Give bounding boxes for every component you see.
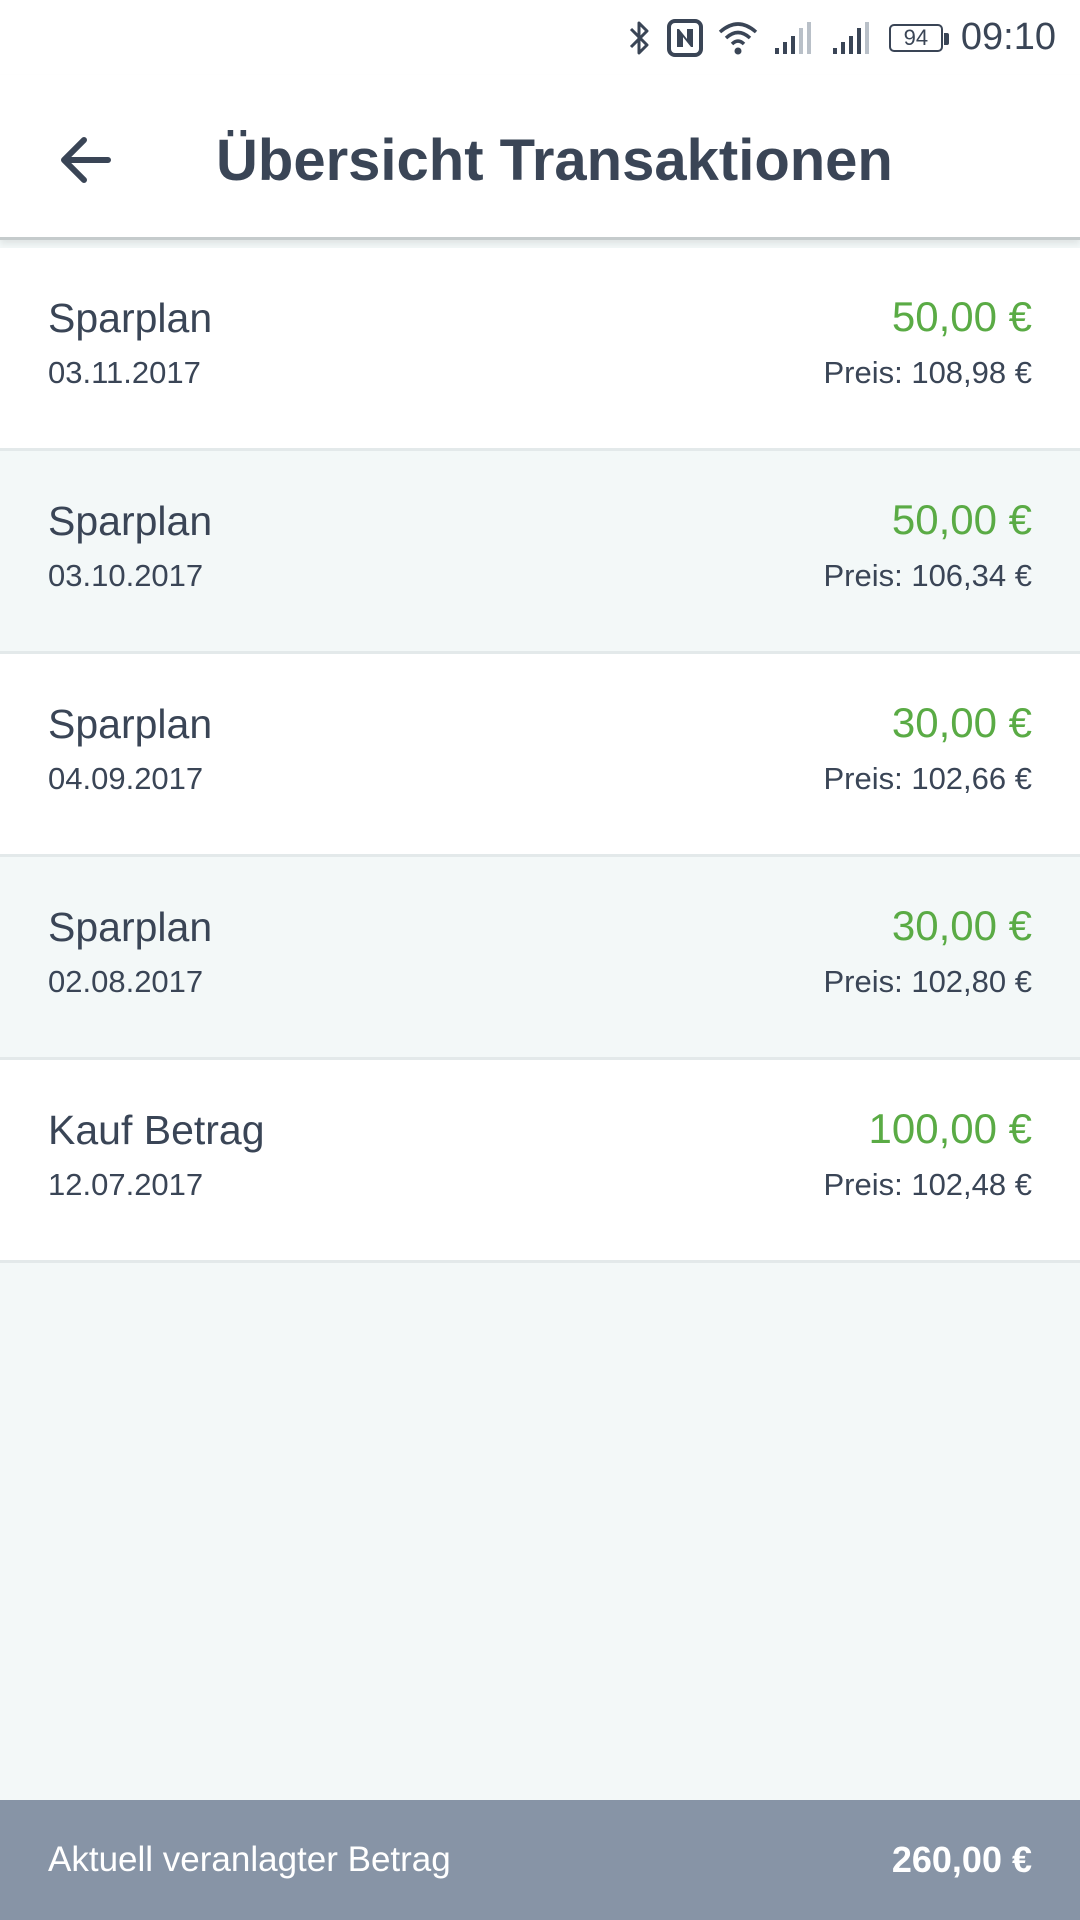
- battery-indicator: 94: [888, 23, 949, 52]
- transaction-row[interactable]: Sparplan 03.11.2017 50,00 € Preis: 108,9…: [0, 248, 1080, 451]
- transaction-price: Preis: 108,98 €: [823, 355, 1032, 390]
- transaction-list: Sparplan 03.11.2017 50,00 € Preis: 108,9…: [0, 248, 1080, 1263]
- back-button[interactable]: [50, 125, 120, 195]
- transaction-name: Sparplan: [48, 701, 213, 747]
- transaction-date: 12.07.2017: [48, 1167, 204, 1202]
- total-value: 260,00 €: [891, 1839, 1032, 1880]
- transaction-row[interactable]: Kauf Betrag 12.07.2017 100,00 € Preis: 1…: [0, 1060, 1080, 1263]
- bluetooth-icon: [627, 19, 653, 57]
- transaction-date: 04.09.2017: [48, 761, 204, 796]
- transaction-price: Preis: 102,48 €: [823, 1167, 1032, 1202]
- transaction-price: Preis: 102,80 €: [823, 964, 1032, 999]
- transaction-date: 03.11.2017: [48, 355, 201, 390]
- transaction-row[interactable]: Sparplan 04.09.2017 30,00 € Preis: 102,6…: [0, 654, 1080, 857]
- total-footer: Aktuell veranlagter Betrag 260,00 €: [0, 1800, 1080, 1920]
- signal-icon: [773, 20, 817, 56]
- transaction-row[interactable]: Sparplan 03.10.2017 50,00 € Preis: 106,3…: [0, 451, 1080, 654]
- transaction-amount: 100,00 €: [868, 1105, 1033, 1152]
- transaction-name: Sparplan: [48, 498, 213, 544]
- nfc-icon: [666, 18, 703, 57]
- transaction-amount: 30,00 €: [891, 902, 1032, 949]
- page-title: Übersicht Transaktionen: [216, 128, 893, 193]
- transaction-amount: 50,00 €: [891, 293, 1032, 340]
- transaction-amount: 50,00 €: [891, 496, 1032, 543]
- transaction-name: Sparplan: [48, 295, 213, 341]
- wifi-icon: [717, 20, 759, 56]
- transaction-name: Sparplan: [48, 904, 213, 950]
- transaction-price: Preis: 102,66 €: [823, 761, 1032, 796]
- transaction-name: Kauf Betrag: [48, 1107, 265, 1153]
- transaction-row[interactable]: Sparplan 02.08.2017 30,00 € Preis: 102,8…: [0, 857, 1080, 1060]
- transaction-amount: 30,00 €: [891, 699, 1032, 746]
- signal-icon: [831, 20, 875, 56]
- arrow-left-icon: [61, 137, 111, 183]
- total-label: Aktuell veranlagter Betrag: [48, 1840, 451, 1879]
- transaction-date: 03.10.2017: [48, 558, 204, 593]
- status-bar: 94 09:10: [0, 0, 1080, 75]
- status-time: 09:10: [960, 16, 1056, 58]
- transaction-date: 02.08.2017: [48, 964, 204, 999]
- app-bar: Übersicht Transaktionen: [0, 75, 1080, 240]
- transaction-price: Preis: 106,34 €: [823, 558, 1032, 593]
